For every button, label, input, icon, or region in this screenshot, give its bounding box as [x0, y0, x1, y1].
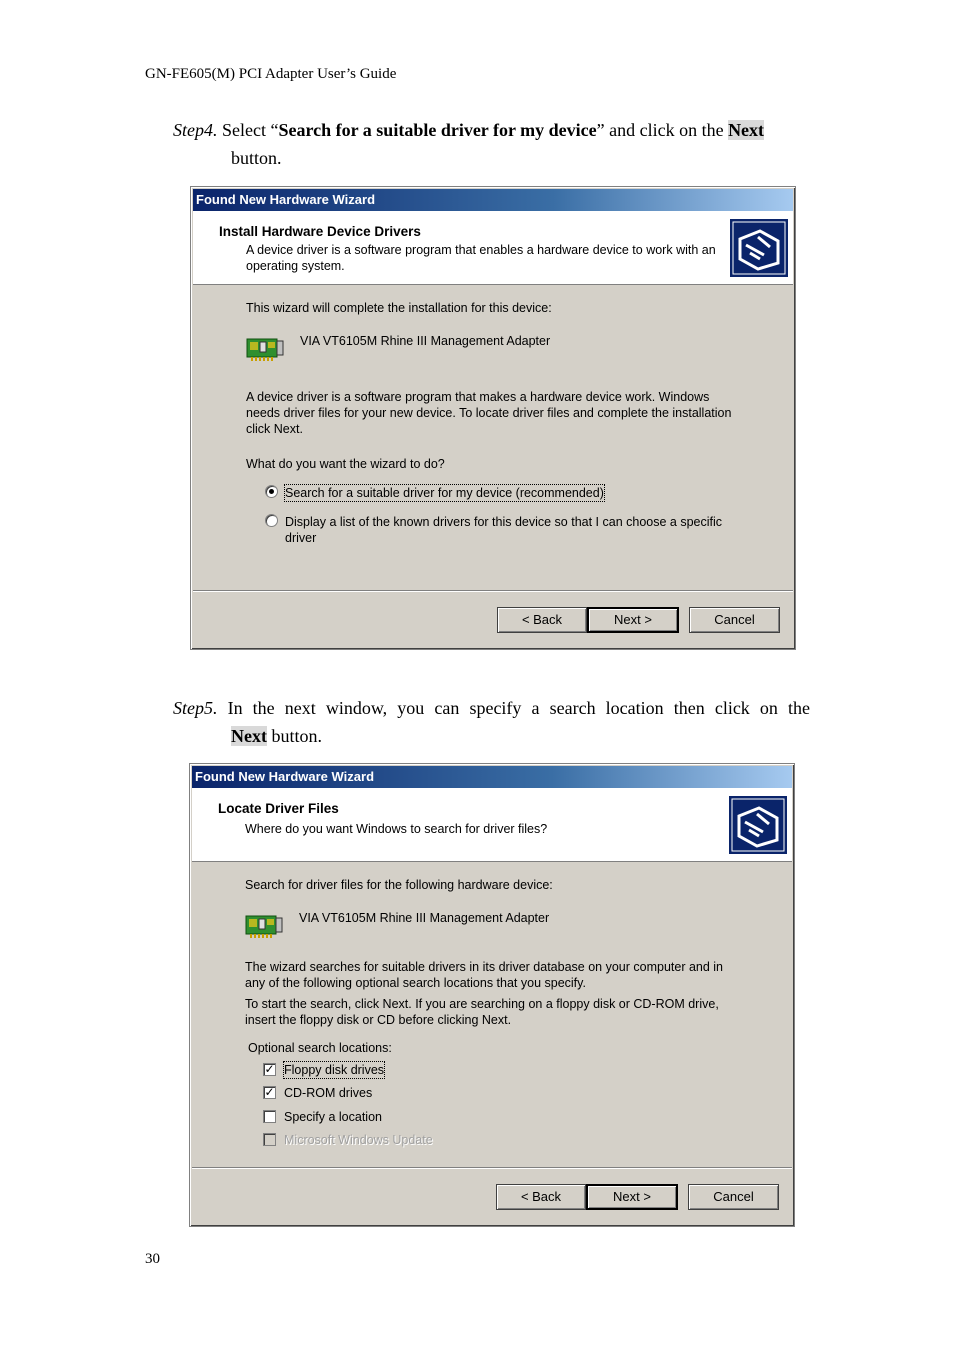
radio-selected-dot: [269, 489, 274, 494]
step5-line2: Next button.: [231, 722, 322, 750]
radio-display-list-label[interactable]: Display a list of the known drivers for …: [285, 514, 755, 546]
wizard-heading: Install Hardware Device Drivers: [219, 224, 421, 239]
specify-location-checkbox[interactable]: [263, 1110, 276, 1123]
wizard-question: What do you want the wizard to do?: [246, 457, 445, 471]
step5-label: Step5.: [173, 698, 218, 718]
network-card-icon: [245, 914, 283, 938]
network-card-icon: [246, 337, 284, 361]
cancel-button[interactable]: Cancel: [689, 607, 780, 633]
wizard-subheading: A device driver is a software program th…: [246, 243, 716, 273]
button-divider: [193, 590, 793, 592]
step4-next-word: Next: [728, 120, 765, 140]
page-number: 30: [145, 1251, 160, 1267]
radio-search-driver-label[interactable]: Search for a suitable driver for my devi…: [284, 484, 605, 502]
wizard-paragraph-2: To start the search, click Next. If you …: [245, 997, 719, 1027]
radio-search-driver[interactable]: [265, 485, 278, 498]
radio-display-list[interactable]: [265, 514, 278, 527]
wizard-heading: Locate Driver Files: [218, 801, 339, 816]
step5-line1: In the next window, you can specify a se…: [217, 698, 810, 718]
step4-text: Step4. Select “Search for a suitable dri…: [173, 116, 813, 144]
wizard-description: A device driver is a software program th…: [246, 390, 732, 436]
device-name: VIA VT6105M Rhine III Management Adapter: [300, 334, 551, 348]
step4-mid: ” and click on the: [596, 120, 729, 140]
floppy-checkbox[interactable]: ✓: [263, 1063, 276, 1076]
step5-text: Step5. In the next window, you can speci…: [173, 694, 810, 722]
cdrom-checkbox-label[interactable]: CD-ROM drives: [284, 1085, 372, 1101]
wizard-hardware-icon: [729, 796, 787, 854]
wizard-titlebar[interactable]: Found New Hardware Wizard: [193, 189, 793, 211]
wizard-intro: Search for driver files for the followin…: [245, 878, 553, 892]
wizard-header-panel: Locate Driver Files Where do you want Wi…: [192, 788, 792, 862]
wizard-paragraph-1: The wizard searches for suitable drivers…: [245, 960, 724, 990]
wizard-intro: This wizard will complete the installati…: [246, 301, 552, 315]
specify-location-checkbox-label[interactable]: Specify a location: [284, 1109, 382, 1125]
optional-locations-label: Optional search locations:: [248, 1041, 392, 1055]
wizard-window-install-drivers: Found New Hardware Wizard Install Hardwa…: [190, 186, 796, 650]
step4-option-name: Search for a suitable driver for my devi…: [278, 120, 597, 140]
wizard-titlebar[interactable]: Found New Hardware Wizard: [192, 766, 792, 788]
floppy-checkbox-label[interactable]: Floppy disk drives: [282, 1061, 386, 1079]
cancel-button[interactable]: Cancel: [688, 1184, 779, 1210]
wizard-header-panel: Install Hardware Device Drivers A device…: [193, 211, 793, 285]
step4-line2: button.: [231, 148, 282, 168]
back-button[interactable]: < Back: [496, 1184, 586, 1210]
next-button[interactable]: Next >: [586, 1184, 678, 1210]
wizard-window-locate-files: Found New Hardware Wizard Locate Driver …: [189, 763, 795, 1227]
step4-pre: Select “: [217, 120, 279, 140]
cdrom-checkbox[interactable]: ✓: [263, 1086, 276, 1099]
next-button[interactable]: Next >: [587, 607, 679, 633]
windows-update-checkbox-label: Microsoft Windows Update: [284, 1133, 433, 1147]
step4-label: Step4.: [173, 120, 218, 140]
step5-next-word: Next: [231, 726, 267, 746]
running-header: GN-FE605(M) PCI Adapter User’s Guide: [145, 66, 397, 82]
device-name: VIA VT6105M Rhine III Management Adapter: [299, 911, 550, 925]
step5-line2-rest: button.: [266, 726, 322, 746]
button-divider: [192, 1167, 792, 1169]
wizard-subheading: Where do you want Windows to search for …: [245, 822, 548, 836]
windows-update-checkbox: [263, 1133, 276, 1146]
back-button[interactable]: < Back: [497, 607, 587, 633]
wizard-hardware-icon: [730, 219, 788, 277]
